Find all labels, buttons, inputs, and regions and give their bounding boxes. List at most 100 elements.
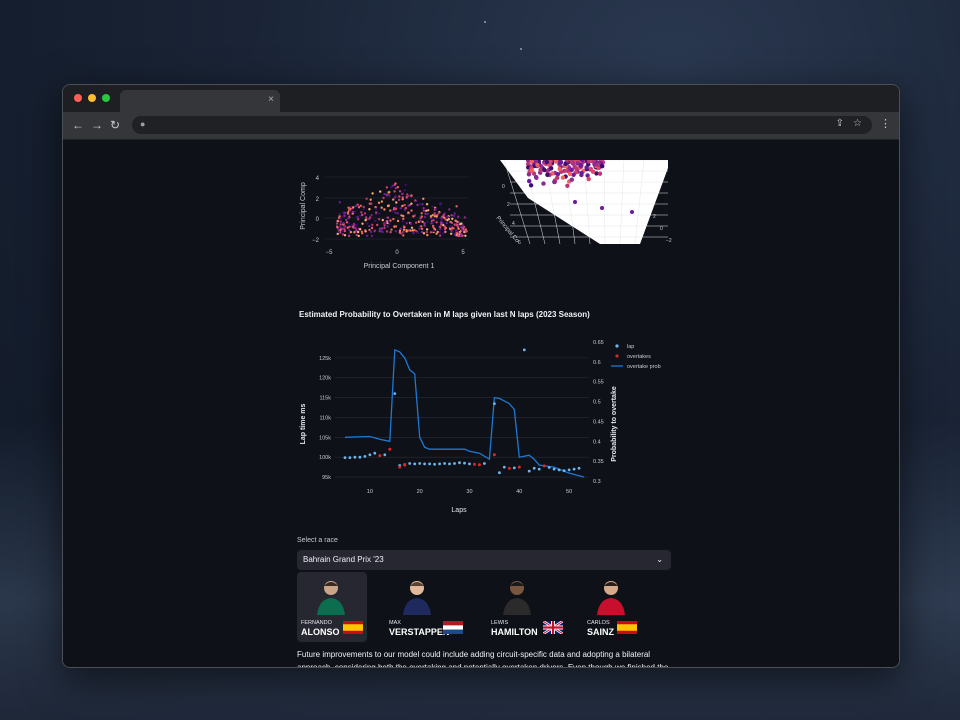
x-tick-label: 40 xyxy=(516,489,522,495)
pca-point xyxy=(366,222,369,225)
pca-point xyxy=(394,207,398,210)
bookmark-star-icon[interactable]: ☆ xyxy=(853,118,862,129)
lap-point xyxy=(383,453,387,457)
pca-point xyxy=(402,214,405,218)
share-icon[interactable]: ⇪ xyxy=(836,118,844,129)
pca-3d-tick: 4 xyxy=(512,221,515,227)
pca-point xyxy=(347,216,350,219)
pca-point xyxy=(427,209,430,212)
browser-tab[interactable]: × xyxy=(120,90,280,112)
browser-menu-icon[interactable]: ⋮ xyxy=(880,117,891,130)
pca-point xyxy=(346,212,350,215)
pca-point xyxy=(374,207,378,211)
pca-point xyxy=(383,208,386,211)
pca-point xyxy=(353,231,356,234)
pca-point xyxy=(385,230,389,233)
driver-card-hamilton[interactable]: LEWIS HAMILTON xyxy=(487,572,575,642)
address-bar[interactable]: ● ⇪ ☆ xyxy=(132,116,872,134)
pca-point xyxy=(407,194,410,198)
pca-point xyxy=(463,216,467,219)
pca-point xyxy=(378,212,381,215)
driver-card-sainz[interactable]: CARLOS SAINZ xyxy=(583,572,663,642)
pca-point xyxy=(422,197,425,200)
pca-point xyxy=(440,217,443,220)
pca-3d-tick: −2 xyxy=(666,238,672,244)
pca-point xyxy=(401,192,404,196)
driver-card-alonso[interactable]: FERNANDO ALONSO xyxy=(297,572,367,642)
back-button[interactable]: ← xyxy=(72,118,84,132)
pca-point xyxy=(402,217,405,221)
pca-point xyxy=(429,231,433,234)
pca-point xyxy=(423,224,426,227)
reload-button[interactable]: ↻ xyxy=(110,118,120,132)
pca-point xyxy=(369,198,372,201)
pca-3d-point xyxy=(563,161,568,166)
pca-point xyxy=(401,220,404,223)
window-maximize-button[interactable] xyxy=(102,94,110,102)
pca-point xyxy=(360,211,363,214)
pca-point xyxy=(432,227,436,230)
pca-point xyxy=(418,227,421,230)
pca-point xyxy=(392,198,395,201)
pca-3d-point xyxy=(555,175,560,180)
pca-3d-point xyxy=(558,160,564,165)
pca-point xyxy=(451,230,455,233)
lap-point xyxy=(353,455,357,459)
pca-point xyxy=(347,222,351,225)
pca-3d-point xyxy=(600,164,605,169)
pca-point xyxy=(383,192,386,196)
lap-point xyxy=(348,456,352,459)
pca-point xyxy=(350,224,353,227)
pca-point xyxy=(391,184,394,187)
lap-point xyxy=(522,348,526,352)
pca-point xyxy=(401,196,404,199)
pca-point xyxy=(341,233,345,236)
pca-point xyxy=(410,209,413,212)
browser-toolbar: ← → ↻ ● ⇪ ☆ ⋮ xyxy=(63,112,899,140)
driver-card-verstappen[interactable]: MAX VERSTAPPEN xyxy=(385,572,477,642)
pca-point xyxy=(416,203,419,207)
lap-point xyxy=(463,461,466,465)
overtake-probability-chart: 95k 100k 105k 110k 115k 120k 125k 0.3 0.35 0.4 0.4… xyxy=(300,340,661,514)
pca-point xyxy=(425,203,429,206)
tab-close-icon[interactable]: × xyxy=(268,93,274,107)
pca-point xyxy=(375,211,378,214)
window-minimize-button[interactable] xyxy=(88,94,96,102)
star xyxy=(484,21,486,23)
lap-point xyxy=(493,402,496,405)
pca-point xyxy=(419,219,422,223)
overtake-prob-line xyxy=(344,348,585,478)
pca-point xyxy=(352,222,356,226)
spain-flag-icon xyxy=(617,621,637,634)
pca-3d-point xyxy=(579,170,584,176)
chevron-down-icon: ⌄ xyxy=(656,555,663,564)
pca-point xyxy=(451,217,454,220)
pca-point xyxy=(365,234,369,237)
pca-point xyxy=(380,200,384,203)
pca-point xyxy=(362,208,365,211)
pca-point xyxy=(404,206,408,210)
lap-point xyxy=(423,462,426,466)
pca-point xyxy=(452,214,456,217)
y-axis-label: Lap time ms xyxy=(300,403,307,444)
netherlands-flag-icon xyxy=(443,621,463,634)
lap-point xyxy=(418,462,422,465)
pca-point xyxy=(405,229,408,232)
pca-point xyxy=(425,230,428,234)
pca-point xyxy=(396,212,400,215)
lap-point xyxy=(512,466,516,470)
pca-point xyxy=(415,230,418,233)
pca-point xyxy=(363,212,367,215)
pca-point xyxy=(422,209,426,212)
lap-point xyxy=(502,465,506,469)
pca-point xyxy=(434,208,437,211)
window-close-button[interactable] xyxy=(74,94,82,102)
pca-point xyxy=(338,201,341,204)
pca-3d-axis-label: Principal Co xyxy=(494,215,520,244)
pca-point xyxy=(448,208,451,211)
forward-button[interactable]: → xyxy=(91,118,103,132)
pca-x-tick: 0 xyxy=(395,250,399,256)
race-select[interactable]: Bahrain Grand Prix '23 ⌄ xyxy=(297,550,671,570)
body-paragraph: Future improvements to our model could i… xyxy=(297,650,668,667)
pca-point xyxy=(420,215,423,218)
